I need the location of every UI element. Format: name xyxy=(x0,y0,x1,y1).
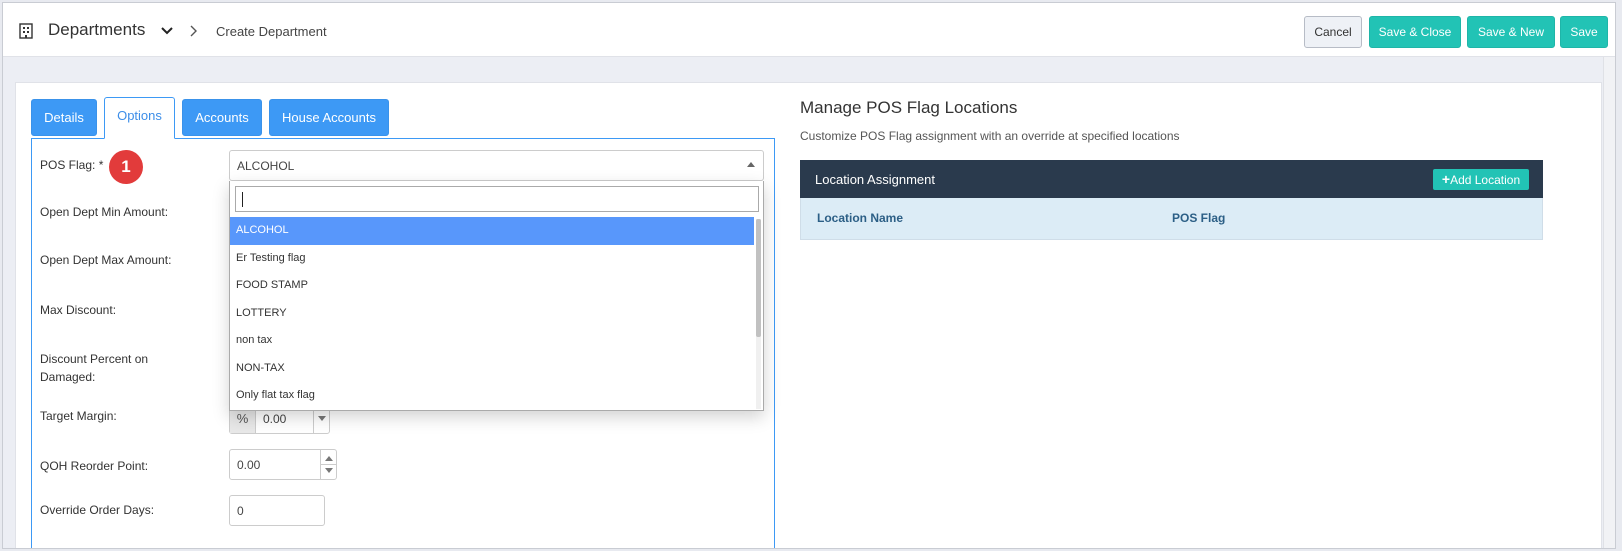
spinner-divider xyxy=(321,464,336,465)
discount-damaged-label: Discount Percent on xyxy=(40,352,149,366)
locations-title: Manage POS Flag Locations xyxy=(800,98,1018,117)
chevron-right-icon xyxy=(190,25,197,37)
save-button[interactable]: Save xyxy=(1560,16,1608,48)
step-badge: 1 xyxy=(109,150,143,184)
text-cursor xyxy=(242,192,243,207)
caret-up-icon xyxy=(747,162,755,167)
override-days-value: 0 xyxy=(237,504,244,518)
dropdown-option[interactable]: FOOD STAMP xyxy=(230,272,754,300)
add-location-button[interactable]: +Add Location xyxy=(1433,169,1529,190)
target-margin-label: Target Margin: xyxy=(40,409,117,423)
tab-house-accounts[interactable]: House Accounts xyxy=(269,99,389,136)
save-close-button[interactable]: Save & Close xyxy=(1369,16,1461,48)
cancel-button[interactable]: Cancel xyxy=(1304,16,1362,48)
chevron-down-icon[interactable] xyxy=(318,416,326,421)
dropdown-option[interactable]: Only flat tax flag xyxy=(230,382,754,410)
app-window: Departments Create Department Cancel Sav… xyxy=(2,2,1616,549)
override-days-label: Override Order Days: xyxy=(40,503,155,517)
discount-damaged-label-2: Damaged: xyxy=(40,370,96,384)
locations-subtitle: Customize POS Flag assignment with an ov… xyxy=(800,129,1180,143)
dropdown-options: ALCOHOL Er Testing flag FOOD STAMP LOTTE… xyxy=(230,217,754,410)
breadcrumb: Create Department xyxy=(216,24,327,39)
chevron-up-icon[interactable] xyxy=(325,456,333,461)
column-location-name: Location Name xyxy=(817,211,904,225)
dropdown-scrollbar[interactable] xyxy=(756,219,761,409)
override-days-input[interactable]: 0 xyxy=(229,495,325,526)
max-discount-label: Max Discount: xyxy=(40,303,117,317)
page-title: Departments xyxy=(48,20,146,39)
qoh-value: 0.00 xyxy=(237,458,261,472)
location-assignment-title: Location Assignment xyxy=(815,172,935,187)
content-card: Details Options Accounts House Accounts … xyxy=(15,82,1602,548)
top-bar: Departments Create Department Cancel Sav… xyxy=(3,3,1615,57)
qoh-spinner[interactable] xyxy=(320,450,336,479)
qoh-reorder-input[interactable]: 0.00 xyxy=(229,449,337,480)
dropdown-search-input[interactable] xyxy=(235,186,759,212)
open-min-label: Open Dept Min Amount: xyxy=(40,205,169,219)
page-scrollbar[interactable] xyxy=(1603,57,1615,548)
tab-accounts[interactable]: Accounts xyxy=(182,99,262,136)
target-margin-value: 0.00 xyxy=(263,412,287,426)
dropdown-option[interactable]: NON-TAX xyxy=(230,355,754,383)
pos-flag-select[interactable]: ALCOHOL xyxy=(229,150,764,181)
tab-options[interactable]: Options xyxy=(104,97,175,139)
building-icon xyxy=(19,23,33,39)
pos-flag-selected-value: ALCOHOL xyxy=(237,159,295,173)
dropdown-option[interactable]: non tax xyxy=(230,327,754,355)
dropdown-option[interactable]: ALCOHOL xyxy=(230,217,754,245)
column-pos-flag: POS Flag xyxy=(1172,211,1226,225)
pos-flag-label: POS Flag: * xyxy=(40,158,104,172)
tab-details[interactable]: Details xyxy=(31,99,97,136)
location-assignment-header: Location Assignment +Add Location xyxy=(800,160,1543,198)
chevron-down-icon[interactable] xyxy=(325,468,333,473)
chevron-down-icon[interactable] xyxy=(161,27,173,35)
open-max-label: Open Dept Max Amount: xyxy=(40,253,172,267)
pos-flag-dropdown: ALCOHOL Er Testing flag FOOD STAMP LOTTE… xyxy=(229,181,764,411)
qoh-label: QOH Reorder Point: xyxy=(40,459,149,473)
add-location-label: Add Location xyxy=(1450,173,1521,187)
dropdown-option[interactable]: Er Testing flag xyxy=(230,245,754,273)
dropdown-option[interactable]: LOTTERY xyxy=(230,300,754,328)
dropdown-scroll-thumb[interactable] xyxy=(756,219,761,337)
save-new-button[interactable]: Save & New xyxy=(1467,16,1555,48)
location-table-header: Location Name POS Flag xyxy=(800,198,1543,240)
plus-icon: + xyxy=(1441,171,1451,187)
